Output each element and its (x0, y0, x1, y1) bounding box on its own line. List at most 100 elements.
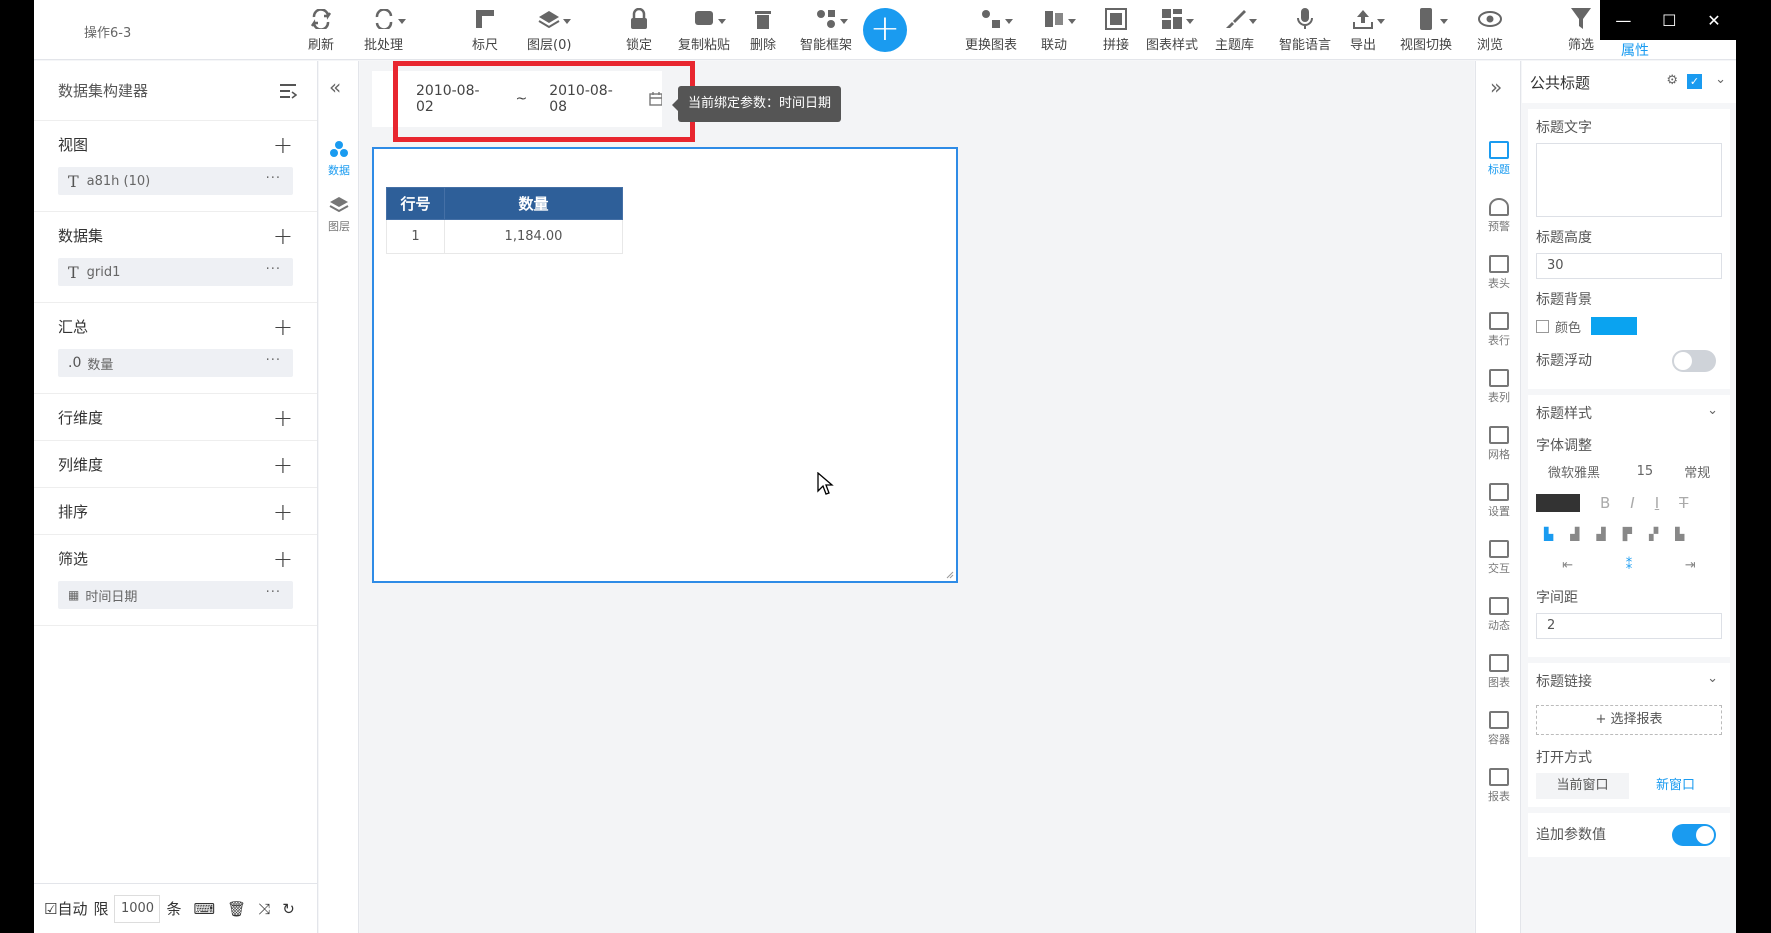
letter-spacing-input[interactable]: 2 (1536, 613, 1722, 639)
rail-item-dynamic[interactable]: 动态 (1476, 597, 1522, 633)
add-row-dimension-icon[interactable]: + (273, 404, 293, 432)
delete-button[interactable]: 删除 (750, 6, 776, 58)
float-toggle[interactable] (1672, 350, 1716, 372)
collapse-left-icon[interactable]: « (329, 75, 341, 99)
select-report-button[interactable]: + 选择报表 (1536, 705, 1722, 735)
panel-title: 数据集构建器 (58, 82, 149, 100)
add-dataset-icon[interactable]: + (273, 222, 293, 250)
view-chip[interactable]: Ta81h (10) ··· (58, 167, 293, 195)
add-view-icon[interactable]: + (273, 131, 293, 159)
smart-frame-button[interactable]: 智能框架 (800, 6, 852, 58)
trash-icon[interactable]: 🗑 (227, 900, 246, 918)
strikethrough-icon[interactable]: T (1679, 494, 1688, 512)
rail-item-interaction[interactable]: 交互 (1476, 540, 1522, 576)
more-icon[interactable]: ··· (266, 585, 281, 600)
rail-item-settings[interactable]: 设置 (1476, 483, 1522, 519)
auto-checkbox[interactable]: ☑自动 (44, 898, 87, 919)
list-menu-icon[interactable] (279, 83, 297, 99)
change-chart-button[interactable]: 更换图表 (965, 6, 1017, 58)
color-checkbox[interactable] (1536, 319, 1549, 333)
rail-item-container[interactable]: 容器 (1476, 711, 1522, 747)
shuffle-icon[interactable]: ⤨ (258, 900, 270, 918)
chevron-down-icon[interactable]: ⌄ (1715, 72, 1726, 87)
column-header[interactable]: 行号 (386, 187, 445, 220)
align-top-icon[interactable]: ▛ (1623, 527, 1632, 541)
tab-current-window[interactable]: 当前窗口 (1536, 773, 1629, 799)
tab-properties[interactable]: 属性 (1621, 40, 1649, 60)
batch-button[interactable]: 批处理 (364, 6, 406, 58)
layers-button[interactable]: 图层(0) (527, 6, 571, 58)
dataset-chip[interactable]: Tgrid1 ··· (58, 258, 293, 286)
font-color-swatch[interactable] (1536, 494, 1580, 512)
refresh-icon[interactable]: ↻ (282, 900, 295, 918)
sql-icon[interactable]: ⌨ (194, 900, 216, 918)
font-family-select[interactable]: 微软雅黑 (1536, 462, 1617, 481)
column-header[interactable]: 数量 (444, 187, 623, 220)
align-bottom-icon[interactable]: ▙ (1675, 527, 1684, 541)
add-button[interactable]: + (863, 8, 907, 52)
browse-button[interactable]: 浏览 (1477, 6, 1503, 58)
color-swatch[interactable] (1591, 317, 1638, 335)
more-icon[interactable]: ··· (266, 353, 281, 368)
smart-language-button[interactable]: 智能语言 (1279, 6, 1331, 58)
gear-icon[interactable]: ⚙ (1666, 73, 1678, 88)
font-size-select[interactable]: 15 (1625, 464, 1665, 479)
title-text-input[interactable] (1536, 143, 1722, 217)
italic-icon[interactable]: I (1630, 494, 1634, 512)
add-summary-icon[interactable]: + (273, 313, 293, 341)
indent-center-icon[interactable]: ⁑ (1626, 558, 1633, 573)
splice-button[interactable]: 拼接 (1103, 6, 1129, 58)
rail-item-header[interactable]: 表头 (1476, 255, 1522, 291)
align-center-icon[interactable]: ▟ (1570, 527, 1579, 541)
rail-item-layers[interactable]: 图层 (319, 195, 359, 234)
rail-item-column[interactable]: 表列 (1476, 369, 1522, 405)
add-sort-icon[interactable]: + (273, 498, 293, 526)
copy-paste-button[interactable]: 复制粘贴 (678, 6, 730, 58)
chart-style-button[interactable]: 图表样式 (1146, 6, 1198, 58)
close-icon[interactable]: ✕ (1707, 11, 1720, 30)
enable-checkbox[interactable]: ✓ (1687, 74, 1702, 89)
filter-chip[interactable]: ▦ 时间日期 ··· (58, 581, 293, 609)
add-column-dimension-icon[interactable]: + (273, 451, 293, 479)
font-weight-select[interactable]: 常规 (1673, 462, 1722, 481)
filter-button[interactable]: 筛选 (1568, 6, 1594, 58)
align-left-icon[interactable]: ▙ (1544, 527, 1553, 541)
append-param-toggle[interactable] (1672, 824, 1716, 846)
summary-chip[interactable]: .0 数量 ··· (58, 349, 293, 377)
align-right-icon[interactable]: ▟ (1596, 527, 1605, 541)
limit-input[interactable]: 1000 (114, 894, 161, 923)
minimize-icon[interactable]: — (1615, 11, 1631, 30)
indent-right-icon[interactable]: ⇥ (1685, 558, 1696, 573)
underline-icon[interactable]: I (1655, 494, 1659, 512)
rail-item-title[interactable]: 标题 (1476, 141, 1522, 177)
funnel-icon (1568, 6, 1594, 32)
align-middle-icon[interactable]: ▞ (1649, 527, 1658, 541)
rail-item-row[interactable]: 表行 (1476, 312, 1522, 348)
rail-item-grid[interactable]: 网格 (1476, 426, 1522, 462)
resize-handle-icon[interactable] (946, 571, 954, 579)
rail-item-data[interactable]: 数据 (319, 139, 359, 178)
title-style-header[interactable]: 标题样式 ⌄ (1536, 403, 1722, 429)
export-button[interactable]: 导出 (1350, 6, 1385, 58)
linkage-button[interactable]: 联动 (1041, 6, 1076, 58)
title-height-input[interactable]: 30 (1536, 253, 1722, 279)
view-switch-button[interactable]: 视图切换 (1400, 6, 1452, 58)
rail-item-report[interactable]: 报表 (1476, 768, 1522, 804)
refresh-button[interactable]: 刷新 (308, 6, 334, 58)
collapse-right-icon[interactable]: » (1490, 75, 1502, 99)
more-icon[interactable]: ··· (266, 171, 281, 186)
indent-left-icon[interactable]: ⇤ (1562, 558, 1573, 573)
maximize-icon[interactable]: ☐ (1662, 11, 1676, 30)
rail-item-chart[interactable]: 图表 (1476, 654, 1522, 690)
title-link-header[interactable]: 标题链接 ⌄ (1536, 671, 1722, 697)
rail-item-alert[interactable]: 预警 (1476, 198, 1522, 234)
grid-component[interactable]: 行号 数量 1 1,184.00 (372, 147, 958, 583)
theme-library-button[interactable]: 主题库 (1215, 6, 1257, 58)
lock-button[interactable]: 锁定 (626, 6, 652, 58)
table-cell: 1,184.00 (444, 219, 623, 254)
bold-icon[interactable]: B (1600, 494, 1610, 512)
more-icon[interactable]: ··· (266, 262, 281, 277)
tab-new-window[interactable]: 新窗口 (1629, 773, 1722, 799)
add-filter-icon[interactable]: + (273, 545, 293, 573)
ruler-button[interactable]: 标尺 (472, 6, 498, 58)
